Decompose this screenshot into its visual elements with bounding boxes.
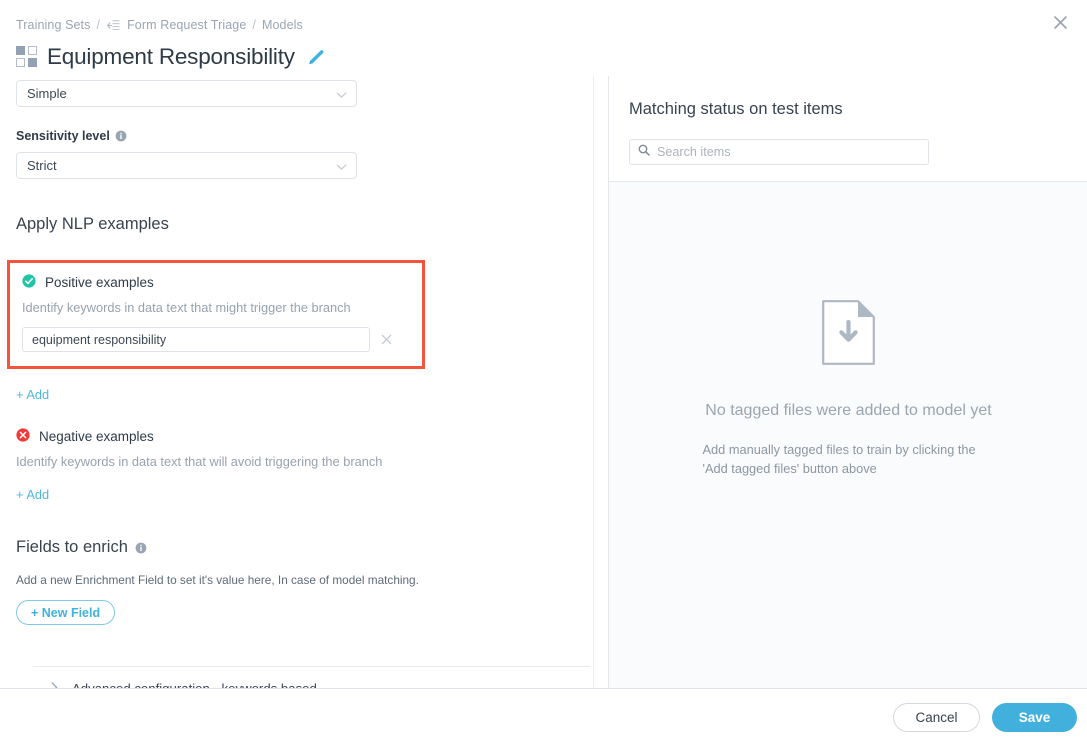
check-circle-icon: [22, 274, 36, 291]
page-title-row: Equipment Responsibility: [16, 44, 325, 70]
fields-to-enrich-heading: Fields to enrich: [16, 538, 574, 557]
positive-examples-section: Positive examples Identify keywords in d…: [7, 260, 425, 369]
cancel-button[interactable]: Cancel: [893, 703, 980, 732]
search-icon: [638, 143, 650, 161]
pencil-icon[interactable]: [306, 48, 325, 67]
sensitivity-level-select[interactable]: Strict: [16, 152, 357, 179]
empty-state-title: No tagged files were added to model yet: [705, 402, 992, 419]
chevron-right-icon: [51, 681, 58, 688]
matching-status-pane: Matching status on test items + Add tagg…: [608, 76, 1087, 688]
model-settings-pane: Simple Sensitivity level Strict Apply NL…: [0, 76, 608, 688]
negative-examples-title: Negative examples: [39, 429, 154, 444]
window-header: Training Sets / Form Request Triage / Mo…: [0, 0, 1087, 76]
model-editor-window: Training Sets / Form Request Triage / Mo…: [0, 0, 1087, 741]
positive-keyword-input[interactable]: [22, 327, 370, 352]
error-circle-icon: [16, 428, 30, 445]
breadcrumb-item-training-sets[interactable]: Training Sets: [16, 18, 90, 32]
positive-examples-title: Positive examples: [45, 275, 154, 290]
fields-to-enrich-hint: Add a new Enrichment Field to set it's v…: [16, 573, 419, 587]
positive-keyword-row: [22, 327, 410, 352]
search-input[interactable]: [657, 145, 912, 159]
search-items-field[interactable]: [629, 139, 929, 165]
negative-examples-description: Identify keywords in data text that will…: [16, 454, 383, 469]
save-button[interactable]: Save: [992, 703, 1077, 732]
remove-positive-keyword-button[interactable]: [377, 331, 395, 349]
model-type-select[interactable]: Simple: [16, 80, 357, 107]
positive-examples-description: Identify keywords in data text that migh…: [22, 300, 351, 315]
info-icon[interactable]: [115, 130, 127, 142]
nlp-examples-heading: Apply NLP examples: [16, 215, 169, 233]
close-icon: [1053, 15, 1068, 35]
breadcrumb-item-form-request-triage[interactable]: Form Request Triage: [127, 18, 246, 32]
empty-state: No tagged files were added to model yet …: [609, 182, 1087, 688]
sensitivity-level-value: Strict: [27, 158, 57, 173]
left-pane-scrollbar[interactable]: [593, 76, 607, 688]
file-download-icon: [822, 300, 875, 370]
chevron-down-icon: [336, 158, 347, 173]
empty-state-subtitle: Add manually tagged files to train by cl…: [702, 442, 976, 476]
chevron-down-icon: [336, 86, 347, 101]
sensitivity-level-label-text: Sensitivity level: [16, 129, 110, 143]
breadcrumb-item-models[interactable]: Models: [262, 18, 303, 32]
model-type-value: Simple: [27, 86, 67, 101]
positive-examples-header: Positive examples: [22, 274, 410, 291]
new-field-button[interactable]: + New Field: [16, 600, 116, 625]
model-grid-icon: [16, 46, 38, 68]
breadcrumb-separator-2: /: [252, 18, 256, 32]
breadcrumb-separator: /: [96, 18, 101, 32]
add-negative-example-link[interactable]: + Add: [16, 487, 49, 502]
advanced-configuration-label: Advanced configuration - keywords based: [72, 680, 317, 689]
model-settings-content: Simple Sensitivity level Strict Apply NL…: [0, 76, 590, 688]
matching-status-title: Matching status on test items: [629, 100, 843, 118]
negative-examples-header: Negative examples: [16, 428, 574, 445]
advanced-configuration-row[interactable]: Advanced configuration - keywords based: [33, 666, 590, 688]
fields-to-enrich-title: Fields to enrich: [16, 538, 128, 556]
sensitivity-level-label: Sensitivity level: [16, 129, 574, 143]
negative-examples-section: Negative examples Identify keywords in d…: [16, 428, 574, 504]
close-button[interactable]: [1043, 8, 1077, 42]
flow-branch-icon: [106, 19, 121, 32]
page-title: Equipment Responsibility: [47, 44, 295, 69]
info-icon[interactable]: [135, 542, 147, 554]
add-positive-example-link[interactable]: + Add: [16, 387, 49, 402]
breadcrumb: Training Sets / Form Request Triage / Mo…: [16, 18, 303, 32]
window-body: Simple Sensitivity level Strict Apply NL…: [0, 76, 1087, 688]
